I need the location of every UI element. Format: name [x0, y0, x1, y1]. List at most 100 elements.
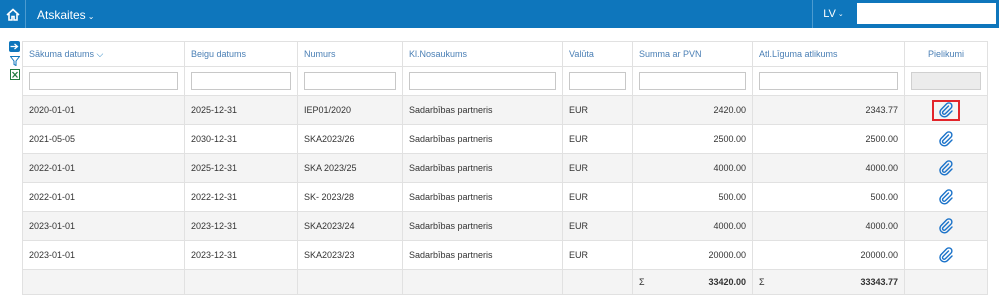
- currency-header-label: Valūta: [569, 49, 594, 59]
- start-date-cell: 2023-01-01: [22, 211, 185, 241]
- sum-cell: 20000.00: [632, 240, 753, 270]
- table-row[interactable]: 2023-01-01 2023-12-31 SKA2023/24 Sadarbī…: [22, 211, 988, 241]
- excel-export-button[interactable]: [9, 69, 20, 80]
- expand-button[interactable]: [9, 41, 20, 52]
- currency-cell: EUR: [562, 124, 633, 154]
- remaining-filter-input[interactable]: [759, 72, 898, 90]
- start-date-cell: 2022-01-01: [22, 153, 185, 183]
- chevron-down-icon: ⌄: [87, 12, 95, 21]
- sum-cell: 4000.00: [632, 153, 753, 183]
- side-toolbar: [9, 41, 21, 83]
- filter-cell: [184, 66, 298, 96]
- table-row[interactable]: 2022-01-01 2022-12-31 SK- 2023/28 Sadarb…: [22, 182, 988, 212]
- client-cell: Sadarbības partneris: [402, 182, 563, 212]
- currency-cell: EUR: [562, 182, 633, 212]
- attachment-cell: [904, 211, 988, 241]
- currency-cell: EUR: [562, 153, 633, 183]
- top-bar: Atskaites ⌄ LV ⌄: [0, 0, 999, 28]
- column-header-number[interactable]: Numurs: [297, 41, 403, 67]
- remaining-header-label: Atl.Līguma atlikums: [759, 49, 838, 59]
- language-selector[interactable]: LV ⌄: [812, 0, 854, 28]
- table-row[interactable]: 2023-01-01 2023-12-31 SKA2023/23 Sadarbī…: [22, 240, 988, 270]
- filter-cell: [752, 66, 905, 96]
- language-label: LV: [823, 8, 836, 20]
- totals-row: Σ 33420.00 Σ 33343.77: [22, 269, 988, 295]
- end-date-cell: 2025-12-31: [184, 95, 298, 125]
- currency-filter-input[interactable]: [569, 72, 626, 90]
- column-header-remaining[interactable]: Atl.Līguma atlikums: [752, 41, 905, 67]
- sum-header-label: Summa ar PVN: [639, 49, 702, 59]
- filter-cell: [22, 66, 185, 96]
- attachment-cell: [904, 182, 988, 212]
- attachment-button[interactable]: [932, 245, 960, 266]
- number-cell: SK- 2023/28: [297, 182, 403, 212]
- start-date-filter-input[interactable]: [29, 72, 178, 90]
- number-cell: IEP01/2020: [297, 95, 403, 125]
- totals-empty-cell: [22, 269, 185, 295]
- attachments-filter-disabled: [911, 72, 981, 90]
- attachments-header-label: Pielikumi: [927, 49, 964, 59]
- sum-cell: 2500.00: [632, 124, 753, 154]
- attachment-cell: [904, 153, 988, 183]
- attachment-button[interactable]: [932, 99, 960, 121]
- end-date-header-label: Beigu datums: [191, 49, 247, 59]
- remaining-cell: 4000.00: [752, 153, 905, 183]
- currency-cell: EUR: [562, 95, 633, 125]
- column-header-currency[interactable]: Valūta: [562, 41, 633, 67]
- sort-desc-icon: ⌵: [96, 48, 104, 59]
- paperclip-icon: [939, 102, 953, 118]
- sigma-symbol: Σ: [759, 277, 765, 287]
- attachment-button[interactable]: [932, 187, 960, 208]
- column-header-sum[interactable]: Summa ar PVN: [632, 41, 753, 67]
- attachment-button[interactable]: [932, 216, 960, 237]
- start-date-header-label: Sākuma datums: [29, 48, 95, 59]
- client-cell: Sadarbības partneris: [402, 211, 563, 241]
- paperclip-icon: [939, 247, 953, 263]
- paperclip-icon: [939, 189, 953, 205]
- currency-cell: EUR: [562, 240, 633, 270]
- home-button[interactable]: [0, 0, 26, 28]
- top-search-input[interactable]: [856, 2, 997, 25]
- column-header-client[interactable]: Kl.Nosaukums: [402, 41, 563, 67]
- reports-menu-label: Atskaites: [37, 8, 86, 22]
- sum-filter-input[interactable]: [639, 72, 746, 90]
- filter-cell: [904, 66, 988, 96]
- number-cell: SKA 2023/25: [297, 153, 403, 183]
- client-cell: Sadarbības partneris: [402, 95, 563, 125]
- totals-empty-cell: [297, 269, 403, 295]
- remaining-cell: 4000.00: [752, 211, 905, 241]
- home-icon: [5, 7, 20, 21]
- totals-empty-cell: [402, 269, 563, 295]
- number-cell: SKA2023/24: [297, 211, 403, 241]
- start-date-cell: 2021-05-05: [22, 124, 185, 154]
- start-date-cell: 2023-01-01: [22, 240, 185, 270]
- attachment-cell: [904, 95, 988, 125]
- attachment-cell: [904, 240, 988, 270]
- remaining-total-cell: Σ 33343.77: [752, 269, 905, 295]
- end-date-filter-input[interactable]: [191, 72, 291, 90]
- table-row[interactable]: 2020-01-01 2025-12-31 IEP01/2020 Sadarbī…: [22, 95, 988, 125]
- end-date-cell: 2023-12-31: [184, 211, 298, 241]
- attachment-button[interactable]: [932, 129, 960, 150]
- filter-icon: [9, 55, 20, 66]
- arrow-right-icon: [10, 43, 19, 50]
- contracts-table: Sākuma datums ⌵ Beigu datums Numurs Kl.N…: [22, 41, 988, 295]
- reports-menu[interactable]: Atskaites ⌄: [37, 8, 94, 22]
- client-filter-input[interactable]: [409, 72, 556, 90]
- end-date-cell: 2025-12-31: [184, 153, 298, 183]
- table-row[interactable]: 2021-05-05 2030-12-31 SKA2023/26 Sadarbī…: [22, 124, 988, 154]
- column-header-end-date[interactable]: Beigu datums: [184, 41, 298, 67]
- column-header-start-date[interactable]: Sākuma datums ⌵: [22, 41, 185, 67]
- sigma-symbol: Σ: [639, 277, 645, 287]
- filter-cell: [402, 66, 563, 96]
- attachment-button[interactable]: [932, 158, 960, 179]
- remaining-cell: 500.00: [752, 182, 905, 212]
- paperclip-icon: [939, 131, 953, 147]
- remaining-total-value: 33343.77: [860, 277, 898, 287]
- filter-button[interactable]: [9, 55, 20, 66]
- start-date-cell: 2020-01-01: [22, 95, 185, 125]
- number-filter-input[interactable]: [304, 72, 396, 90]
- table-row[interactable]: 2022-01-01 2025-12-31 SKA 2023/25 Sadarb…: [22, 153, 988, 183]
- paperclip-icon: [939, 218, 953, 234]
- client-cell: Sadarbības partneris: [402, 240, 563, 270]
